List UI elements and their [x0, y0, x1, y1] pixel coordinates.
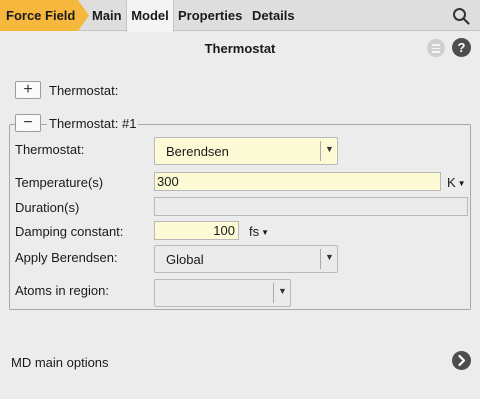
- thermostat-group-label: Thermostat: #1: [47, 116, 139, 131]
- damping-unit: fs: [249, 224, 260, 239]
- tab-details[interactable]: Details: [252, 0, 295, 31]
- add-thermostat-label: Thermostat:: [49, 83, 119, 98]
- thermostat-type-value: Berendsen: [166, 144, 229, 159]
- damping-unit-select[interactable]: fs ▼: [249, 224, 269, 239]
- damping-constant-input[interactable]: 100: [154, 221, 239, 240]
- atoms-in-region-label: Atoms in region:: [15, 283, 109, 298]
- tab-properties[interactable]: Properties: [178, 0, 242, 31]
- chevron-down-icon: ▼: [325, 144, 334, 154]
- add-thermostat-button[interactable]: +: [15, 81, 41, 99]
- atoms-in-region-select[interactable]: ▼: [154, 279, 291, 307]
- chevron-down-icon: ▼: [261, 228, 270, 237]
- md-main-options-label[interactable]: MD main options: [11, 355, 109, 370]
- menu-icon[interactable]: [427, 39, 445, 57]
- chevron-right-icon[interactable]: [452, 351, 471, 370]
- minus-icon: −: [23, 114, 33, 131]
- temperature-label: Temperature(s): [15, 175, 104, 190]
- tab-bar: Force Field Main Model Properties Detail…: [0, 0, 480, 32]
- plus-icon: +: [23, 81, 33, 98]
- tab-force-field[interactable]: Force Field: [0, 0, 89, 31]
- collapse-thermostat-button[interactable]: −: [15, 114, 41, 132]
- duration-label: Duration(s): [15, 200, 80, 215]
- chevron-down-icon: ▼: [278, 286, 287, 296]
- apply-berendsen-value: Global: [166, 252, 204, 267]
- chevron-down-icon: ▼: [325, 252, 334, 262]
- thermostat-type-select[interactable]: Berendsen ▼: [154, 137, 338, 165]
- damping-constant-label: Damping constant:: [15, 224, 124, 239]
- help-icon[interactable]: ?: [452, 38, 471, 57]
- temperature-unit: K: [447, 175, 456, 190]
- temperature-unit-select[interactable]: K ▼: [447, 175, 466, 190]
- duration-input[interactable]: [154, 197, 468, 216]
- tab-main[interactable]: Main: [92, 0, 122, 31]
- thermostat-type-label: Thermostat:: [15, 142, 85, 157]
- search-icon[interactable]: [452, 7, 470, 25]
- temperature-input[interactable]: 300: [154, 172, 441, 191]
- chevron-down-icon: ▼: [457, 179, 466, 188]
- apply-berendsen-select[interactable]: Global ▼: [154, 245, 338, 273]
- panel-title: Thermostat: [204, 41, 276, 56]
- apply-berendsen-label: Apply Berendsen:: [15, 250, 118, 265]
- tab-model[interactable]: Model: [126, 0, 174, 32]
